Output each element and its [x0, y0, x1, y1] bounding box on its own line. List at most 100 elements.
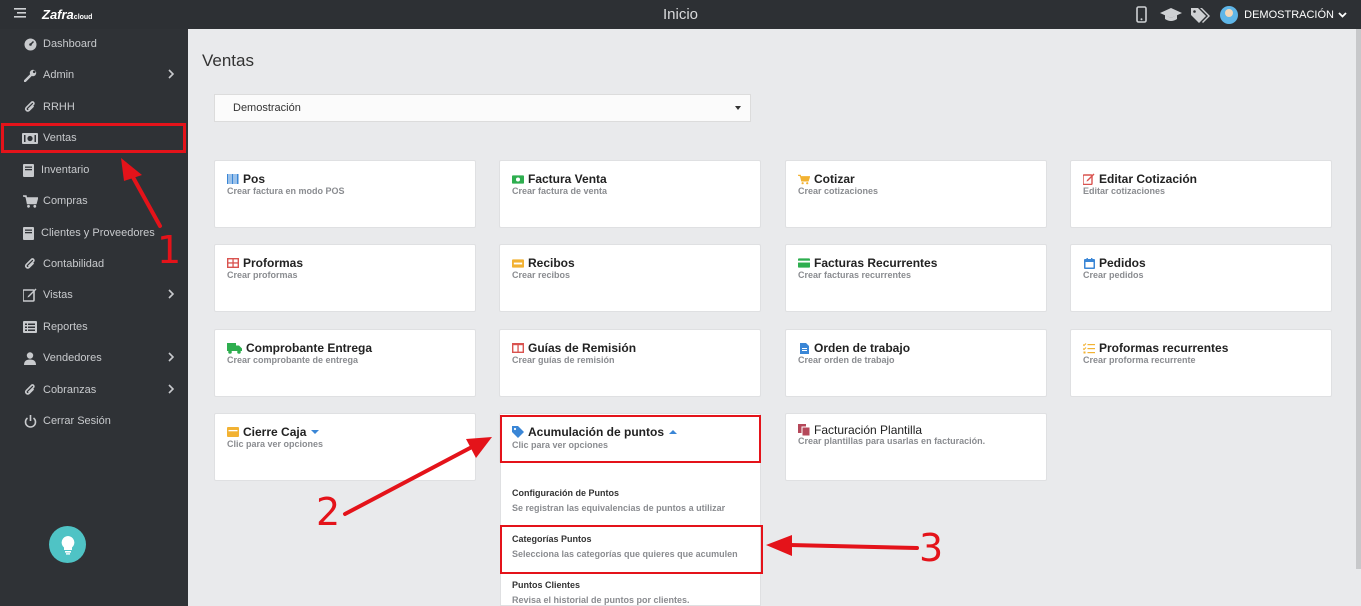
address-book-icon [18, 226, 38, 240]
sidebar-item-admin[interactable]: Admin [0, 60, 188, 90]
money-icon [20, 132, 40, 144]
card-orden-trabajo[interactable]: Orden de trabajo Crear orden de trabajo [785, 329, 1047, 397]
card-subtitle: Crear recibos [512, 270, 571, 280]
card-proformas-recurrentes[interactable]: Proformas recurrentes Crear proforma rec… [1070, 329, 1332, 397]
avatar[interactable] [1220, 5, 1239, 24]
chevron-down-icon[interactable] [1338, 9, 1347, 21]
card-proformas[interactable]: Proformas Crear proformas [214, 244, 476, 312]
sidebar-item-label: Cobranzas [43, 384, 97, 396]
user-icon [20, 351, 40, 365]
card-title: Facturas Recurrentes [814, 256, 938, 270]
card-pedidos[interactable]: Pedidos Crear pedidos [1070, 244, 1332, 312]
sidebar-item-ventas[interactable]: Ventas [1, 123, 186, 153]
sidebar-item-label: Vendedores [43, 352, 102, 364]
credit-card-icon [798, 258, 810, 269]
card-guias-remision[interactable]: Guías de Remisión Crear guías de remisió… [499, 329, 761, 397]
paperclip-icon [20, 100, 40, 114]
mobile-icon[interactable] [1126, 0, 1156, 29]
sidebar-item-label: Vistas [43, 289, 73, 301]
annotation-step-2: 2 [316, 490, 341, 534]
menu-item-subtitle: Revisa el historial de puntos por client… [512, 595, 690, 605]
cash-box-icon [227, 427, 239, 438]
edit-icon [1083, 173, 1095, 185]
card-subtitle: Crear factura de venta [512, 186, 608, 196]
user-name[interactable]: DEMOSTRACIÓN [1244, 9, 1334, 21]
graduation-cap-icon[interactable] [1156, 0, 1186, 29]
sidebar-item-cerrar-sesion[interactable]: Cerrar Sesión [0, 406, 188, 436]
card-title: Factura Venta [528, 172, 607, 186]
sidebar-item-vendedores[interactable]: Vendedores [0, 343, 188, 373]
top-bar-actions: DEMOSTRACIÓN [1126, 0, 1361, 29]
scrollbar-thumb[interactable] [1356, 29, 1361, 569]
menu-item-categorias-puntos[interactable]: Categorías Puntos Selecciona las categor… [512, 534, 738, 559]
edit-icon [20, 288, 40, 302]
tasks-icon [1083, 342, 1095, 354]
arrowhead-3 [766, 535, 792, 556]
card-subtitle: Crear proformas [227, 270, 298, 280]
chevron-right-icon [168, 68, 175, 82]
card-pos[interactable]: Pos Crear factura en modo POS [214, 160, 476, 228]
sidebar-item-vistas[interactable]: Vistas [0, 280, 188, 310]
sidebar: Dashboard Admin RRHH Ventas Inventario C… [0, 29, 188, 606]
sidebar-item-label: Inventario [41, 164, 90, 176]
file-icon [798, 342, 810, 354]
sidebar-item-cobranzas[interactable]: Cobranzas [0, 375, 188, 405]
truck-icon [227, 342, 242, 354]
annotation-step-3: 3 [919, 526, 944, 570]
sidebar-item-reportes[interactable]: Reportes [0, 312, 188, 342]
card-subtitle: Crear proforma recurrente [1083, 355, 1196, 365]
sidebar-item-label: Compras [43, 195, 88, 207]
dashboard-icon [20, 38, 40, 51]
menu-item-subtitle: Selecciona las categorías que quieres qu… [512, 549, 738, 559]
card-acumulacion-puntos[interactable]: Acumulación de puntos Clic para ver opci… [499, 413, 761, 463]
card-subtitle: Clic para ver opciones [227, 439, 324, 449]
card-cotizar[interactable]: Cotizar Crear cotizaciones [785, 160, 1047, 228]
caret-down-icon [311, 430, 320, 434]
lightbulb-icon[interactable] [49, 526, 86, 563]
card-title: Cierre Caja [243, 425, 307, 439]
menu-item-puntos-clientes[interactable]: Puntos Clientes Revisa el historial de p… [512, 580, 690, 605]
money-icon [512, 174, 524, 185]
card-title: Acumulación de puntos [528, 425, 665, 439]
tags-icon[interactable] [1186, 0, 1216, 29]
menu-item-title: Configuración de Puntos [512, 488, 619, 498]
page-scrollbar[interactable] [1356, 29, 1361, 606]
card-facturacion-plantilla[interactable]: Facturación Plantilla Crear plantillas p… [785, 413, 1047, 481]
sidebar-item-inventario[interactable]: Inventario [0, 155, 188, 185]
paperclip-icon [20, 383, 40, 397]
columns-icon [512, 343, 524, 354]
barcode-icon [227, 174, 239, 185]
sidebar-item-rrhh[interactable]: RRHH [0, 92, 188, 122]
card-facturas-recurrentes[interactable]: Facturas Recurrentes Crear facturas recu… [785, 244, 1047, 312]
card-title: Recibos [528, 256, 575, 270]
menu-item-title: Categorías Puntos [512, 534, 592, 544]
card-title: Cotizar [814, 172, 855, 186]
copy-icon [798, 424, 810, 436]
card-title: Facturación Plantilla [814, 423, 923, 437]
company-select-value: Demostración [233, 102, 301, 114]
company-select[interactable]: Demostración [214, 94, 751, 122]
sidebar-item-label: Reportes [43, 321, 88, 333]
menu-item-configuracion-puntos[interactable]: Configuración de Puntos Se registran las… [512, 488, 725, 513]
chevron-right-icon [168, 383, 175, 397]
card-editar-cotizacion[interactable]: Editar Cotización Editar cotizaciones [1070, 160, 1332, 228]
sidebar-item-dashboard[interactable]: Dashboard [0, 29, 188, 59]
sidebar-item-compras[interactable]: Compras [0, 186, 188, 216]
receipt-icon [512, 258, 524, 269]
sidebar-item-label: Contabilidad [43, 258, 105, 270]
card-cierre-caja[interactable]: Cierre Caja Clic para ver opciones [214, 413, 476, 481]
tag-icon [512, 426, 524, 438]
card-subtitle: Clic para ver opciones [512, 440, 609, 450]
card-title: Orden de trabajo [814, 341, 911, 355]
card-comprobante-entrega[interactable]: Comprobante Entrega Crear comprobante de… [214, 329, 476, 397]
card-recibos[interactable]: Recibos Crear recibos [499, 244, 761, 312]
puntos-dropdown-menu: Configuración de Puntos Se registran las… [500, 463, 761, 606]
card-factura-venta[interactable]: Factura Venta Crear factura de venta [499, 160, 761, 228]
cart-icon [798, 174, 810, 185]
caret-up-icon [669, 430, 678, 434]
caret-down-icon [735, 106, 741, 110]
sidebar-item-label: RRHH [43, 101, 75, 113]
menu-item-subtitle: Se registran las equivalencias de puntos… [512, 503, 726, 513]
card-subtitle: Crear facturas recurrentes [798, 270, 912, 280]
card-subtitle: Crear orden de trabajo [798, 355, 895, 365]
